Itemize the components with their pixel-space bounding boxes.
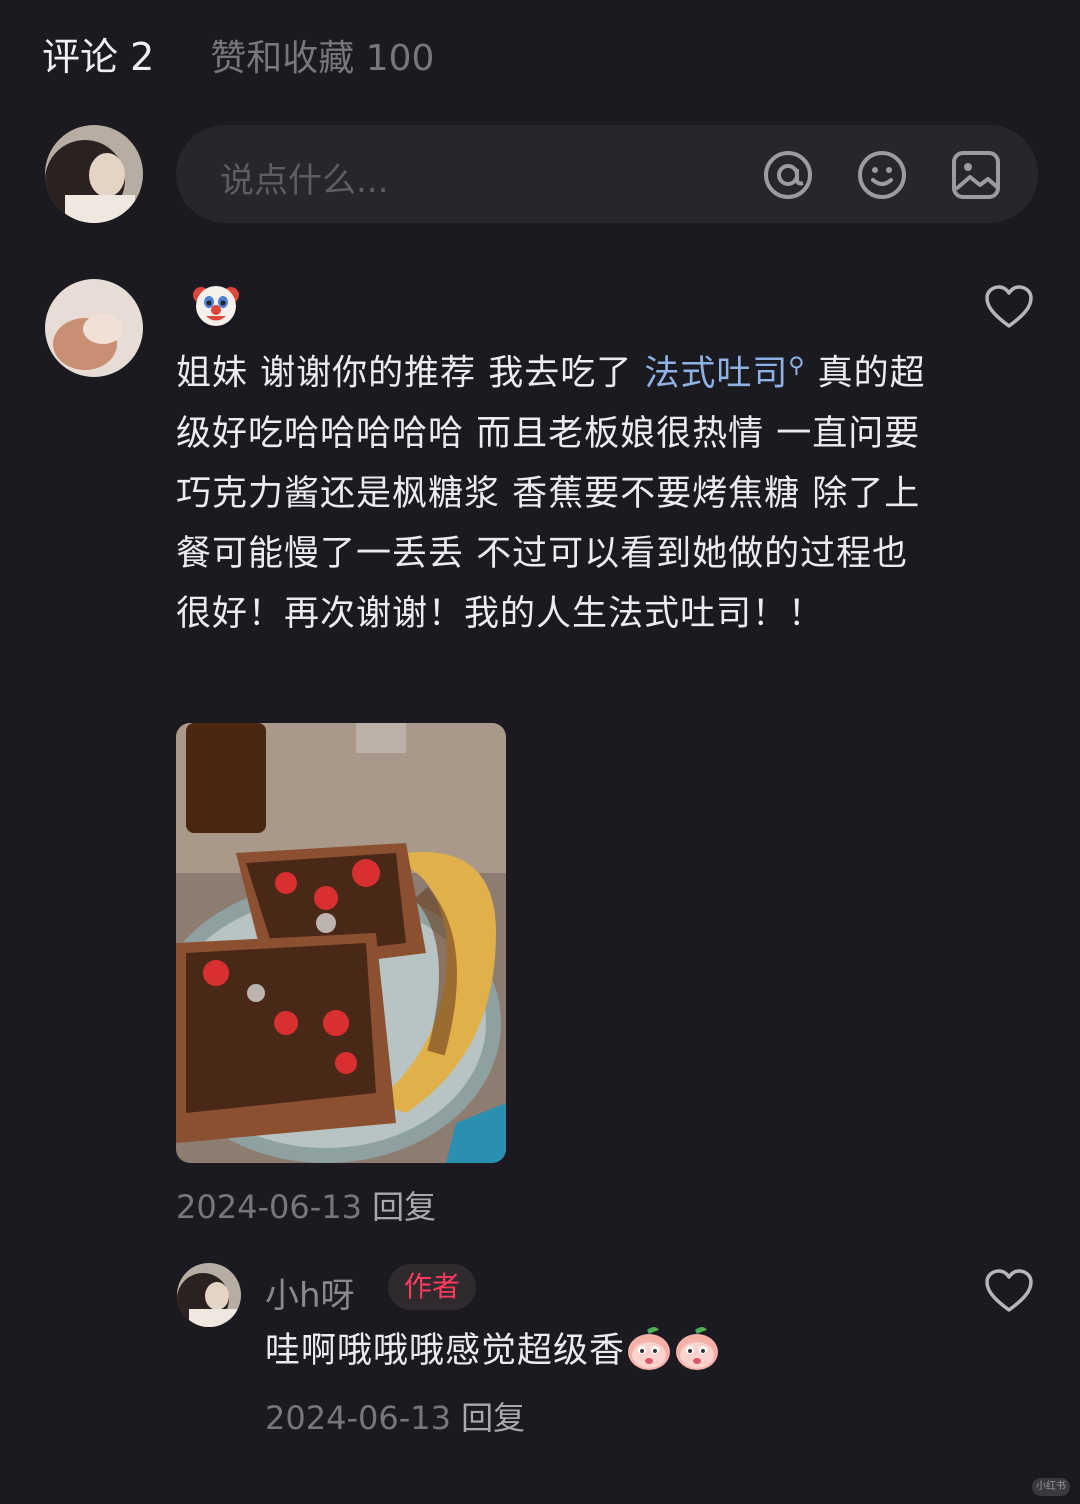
heart-outline-icon: [985, 1269, 1033, 1312]
comment-input[interactable]: 说点什么...: [176, 125, 1038, 223]
reply-text-row: 哇啊哦哦哦感觉超级香: [265, 1322, 721, 1381]
peach-sticker-icon: [673, 1324, 721, 1381]
current-user-avatar[interactable]: [45, 125, 143, 223]
comment-like-button[interactable]: [984, 284, 1034, 330]
reply-like-button[interactable]: [984, 1268, 1034, 1314]
comment-photo[interactable]: [176, 723, 506, 1163]
search-icon: ⚲: [788, 353, 806, 378]
reply-reply-button[interactable]: 回复: [461, 1399, 525, 1437]
comment-input-placeholder: 说点什么...: [220, 161, 389, 201]
image-icon[interactable]: [950, 149, 1002, 201]
comment-tabs: 评论 2 赞和收藏 100: [42, 26, 434, 81]
topic-tag-link[interactable]: 法式吐司⚲: [644, 353, 806, 394]
app-watermark: 小红书: [1032, 1478, 1070, 1496]
comment-meta: 2024-06-13 回复: [176, 1182, 436, 1228]
comment-text: 姐妹 谢谢你的推荐 我去吃了 法式吐司⚲ 真的超级好吃哈哈哈哈哈 而且老板娘很热…: [176, 336, 936, 644]
at-icon[interactable]: [762, 149, 814, 201]
topic-tag-label: 法式吐司: [644, 353, 789, 394]
clown-face-icon: [192, 281, 240, 329]
comment-text-part: 姐妹 谢谢你的推荐 我去吃了: [176, 353, 645, 394]
comment-date: 2024-06-13: [176, 1188, 362, 1226]
smile-icon[interactable]: [856, 149, 908, 201]
peach-sticker-icon: [625, 1324, 673, 1381]
tab-likes-favorites[interactable]: 赞和收藏 100: [210, 29, 434, 81]
reply-text: 哇啊哦哦哦感觉超级香: [265, 1331, 626, 1371]
author-badge: 作者: [388, 1264, 477, 1310]
reply-username[interactable]: 小h呀: [265, 1268, 355, 1317]
reply-date: 2024-06-13: [265, 1399, 451, 1437]
tab-comments[interactable]: 评论 2: [42, 26, 154, 81]
comment-text-part: 真的超级好吃哈哈哈哈哈 而且老板娘很热情 一直问要巧克力酱还是枫糖浆 香蕉要不要…: [176, 353, 926, 634]
reply-author-avatar[interactable]: [177, 1263, 241, 1327]
reply-meta: 2024-06-13 回复: [265, 1393, 525, 1439]
heart-outline-icon: [985, 285, 1033, 328]
commenter-avatar[interactable]: [45, 279, 143, 377]
comment-reply-button[interactable]: 回复: [372, 1188, 436, 1226]
